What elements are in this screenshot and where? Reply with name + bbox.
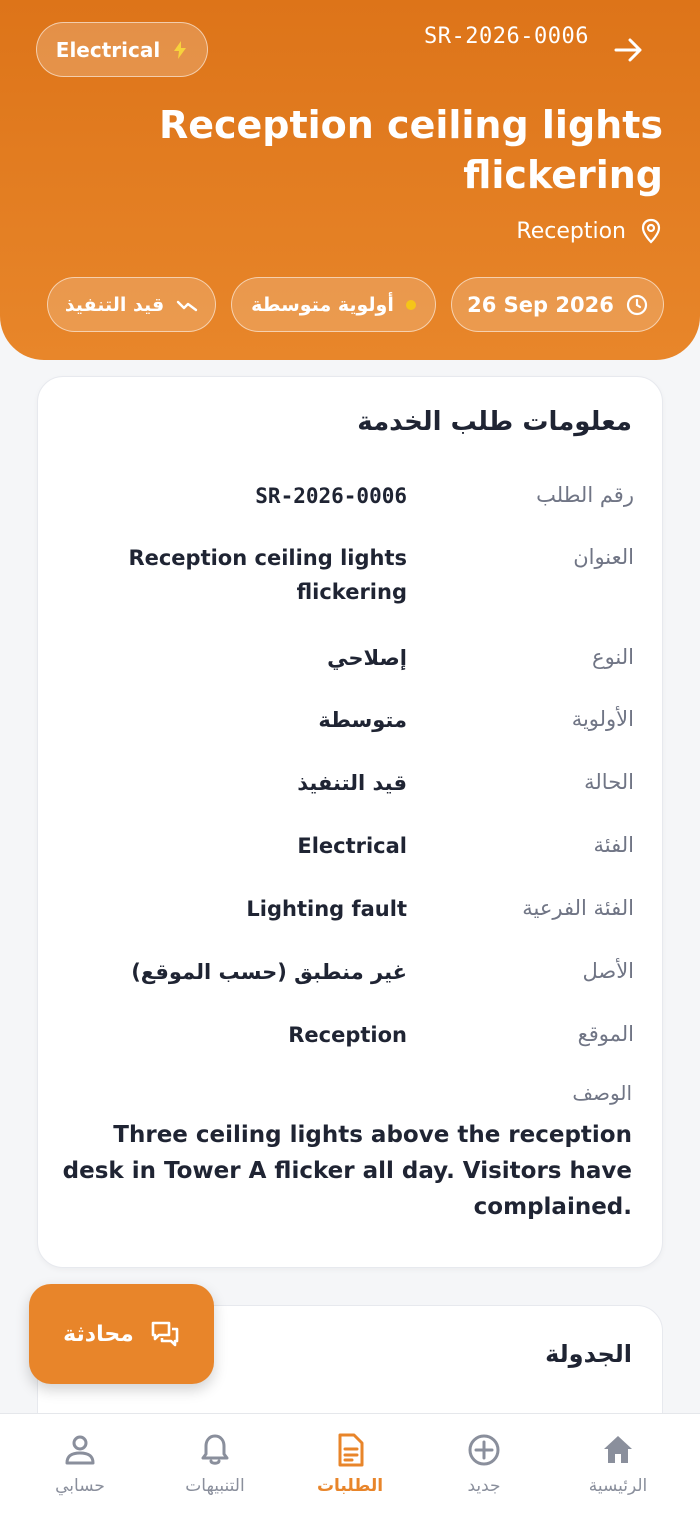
request-location: Reception xyxy=(516,218,662,244)
nav-item-requests[interactable]: الطلبات xyxy=(290,1432,410,1496)
row-value: Reception xyxy=(288,1023,407,1047)
priority-pill: أولوية متوسطة xyxy=(231,277,436,332)
plus-circle-icon xyxy=(468,1434,500,1466)
chat-button-label: محادثة xyxy=(63,1321,134,1347)
request-header: Electrical SR-2026-0006 Reception ceilin… xyxy=(0,0,700,360)
priority-dot-icon xyxy=(405,299,416,310)
row-value: Lighting fault xyxy=(246,897,407,921)
chat-button[interactable]: محادثة xyxy=(29,1284,214,1384)
trend-icon xyxy=(176,300,198,311)
row-label: الحالة xyxy=(584,770,634,794)
bottom-navigation: حسابي التنبيهات الطلبات جديد الرئيسية xyxy=(0,1413,700,1515)
nav-label: التنبيهات xyxy=(185,1476,245,1496)
row-label: الموقع xyxy=(577,1022,634,1046)
row-value: Electrical xyxy=(297,834,407,858)
category-chip-label: Electrical xyxy=(55,37,161,62)
row-label: العنوان xyxy=(573,545,634,569)
row-value: متوسطة xyxy=(318,708,407,732)
clock-icon xyxy=(626,294,647,315)
nav-label: الطلبات xyxy=(316,1476,384,1496)
nav-label: الرئيسية xyxy=(588,1476,648,1496)
date-pill: 26 Sep 2026 xyxy=(451,277,664,332)
row-value: SR-2026-0006 xyxy=(255,484,407,508)
row-value: Reception ceiling lights flickering xyxy=(128,546,407,604)
home-icon xyxy=(604,1436,632,1463)
nav-label: حسابي xyxy=(55,1476,105,1496)
row-label: الأولوية xyxy=(571,707,634,731)
info-card-title: معلومات طلب الخدمة xyxy=(357,407,632,437)
nav-label: جديد xyxy=(467,1476,501,1496)
date-pill-label: 26 Sep 2026 xyxy=(467,292,614,317)
lightning-icon xyxy=(174,40,187,59)
person-icon xyxy=(65,1435,95,1465)
request-info-card: معلومات طلب الخدمة رقم الطلب SR-2026-000… xyxy=(37,376,663,1268)
nav-item-new[interactable]: جديد xyxy=(424,1432,544,1496)
bell-icon xyxy=(201,1434,229,1465)
request-title: Reception ceiling lights flickering xyxy=(158,103,663,197)
nav-item-notifications[interactable]: التنبيهات xyxy=(155,1432,275,1496)
request-reference: SR-2026-0006 xyxy=(424,24,589,49)
row-label: الفئة xyxy=(593,833,634,857)
nav-item-home[interactable]: الرئيسية xyxy=(558,1432,678,1496)
row-label: النوع xyxy=(592,645,634,669)
priority-pill-label: أولوية متوسطة xyxy=(251,293,394,316)
location-pin-icon xyxy=(641,218,661,244)
location-label: Reception xyxy=(516,218,626,244)
row-value: قيد التنفيذ xyxy=(297,771,407,795)
category-chip: Electrical xyxy=(36,22,208,77)
row-label: الفئة الفرعية xyxy=(522,896,634,920)
description-label: الوصف xyxy=(572,1081,632,1105)
document-icon xyxy=(338,1433,364,1467)
row-label: الأصل xyxy=(582,959,634,983)
row-value: إصلاحي xyxy=(327,646,407,670)
row-value: غير منطبق (حسب الموقع) xyxy=(131,960,407,984)
status-pill: قيد التنفيذ xyxy=(47,277,216,332)
status-pill-label: قيد التنفيذ xyxy=(64,293,165,316)
chat-bubbles-icon xyxy=(151,1321,179,1347)
nav-item-account[interactable]: حسابي xyxy=(20,1432,140,1496)
back-arrow-icon[interactable] xyxy=(610,32,646,68)
schedule-card-title: الجدولة xyxy=(545,1340,632,1368)
row-label: رقم الطلب xyxy=(536,483,634,507)
description-text: Three ceiling lights above the reception… xyxy=(62,1122,632,1220)
